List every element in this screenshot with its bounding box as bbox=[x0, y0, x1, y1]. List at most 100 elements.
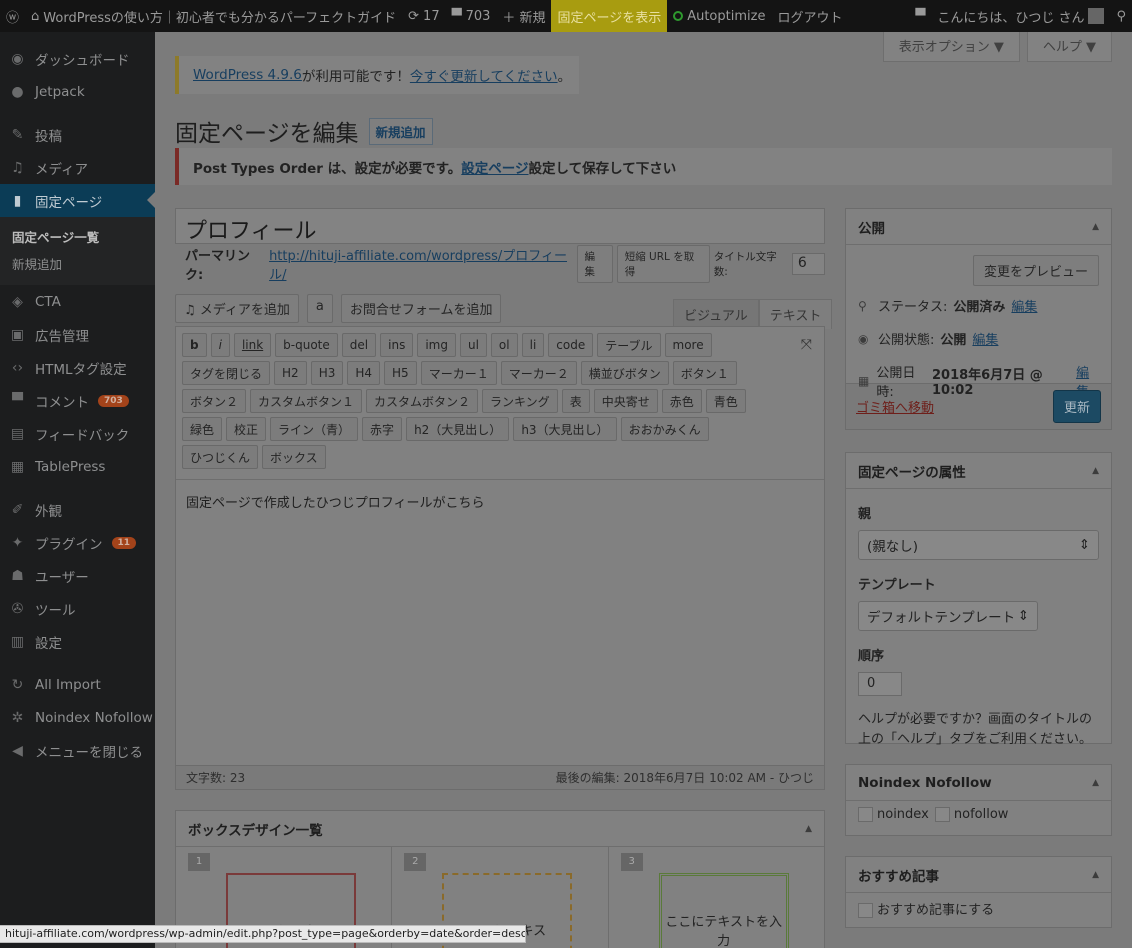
menu-users[interactable]: ☗ ユーザー bbox=[0, 559, 155, 592]
toggle-arrow-icon[interactable]: ▲ bbox=[1092, 870, 1099, 880]
update-now-link[interactable]: 今すぐ更新してください bbox=[410, 65, 558, 85]
quicktag-button[interactable]: H4 bbox=[347, 361, 381, 385]
menu-settings[interactable]: ▥ 設定 bbox=[0, 625, 155, 658]
get-shortlink-button[interactable]: 短縮 URL を取得 bbox=[616, 245, 710, 283]
quicktag-button[interactable]: カスタムボタン１ bbox=[250, 389, 363, 413]
menu-tools[interactable]: ✇ ツール bbox=[0, 592, 155, 625]
edit-visibility-link[interactable]: 編集 bbox=[972, 329, 998, 348]
quicktag-button[interactable]: li bbox=[521, 333, 545, 357]
menu-order-input[interactable]: 0 bbox=[858, 672, 902, 696]
menu-dashboard[interactable]: ◉ ダッシュボード bbox=[0, 42, 155, 75]
new-content-link[interactable]: ＋新規 bbox=[496, 0, 551, 32]
title-input[interactable]: プロフィール bbox=[175, 208, 825, 244]
quicktag-button[interactable]: マーカー２ bbox=[500, 361, 577, 385]
menu-media[interactable]: ♫ メディア bbox=[0, 151, 155, 184]
wordpress-version-link[interactable]: WordPress 4.9.6 bbox=[193, 67, 302, 83]
fullscreen-icon[interactable]: ⤧ bbox=[801, 337, 812, 353]
menu-tablepress[interactable]: ▦ TablePress bbox=[0, 450, 155, 483]
screen-options-button[interactable]: 表示オプション ▼ bbox=[882, 32, 1020, 62]
view-page-link[interactable]: 固定ページを表示 bbox=[551, 0, 668, 32]
notification-icon[interactable]: ▀ bbox=[909, 0, 931, 32]
add-media-button[interactable]: ♫ メディアを追加 bbox=[175, 294, 299, 323]
submenu-add-new[interactable]: 新規追加 bbox=[0, 250, 155, 277]
menu-pages[interactable]: ▮ 固定ページ bbox=[0, 184, 155, 217]
quicktag-button[interactable]: h3（大見出し） bbox=[513, 417, 617, 441]
menu-cta[interactable]: ◈ CTA bbox=[0, 285, 155, 318]
quicktag-button[interactable]: 赤色 bbox=[661, 389, 702, 413]
quicktag-button[interactable]: b bbox=[182, 333, 207, 357]
menu-all-import[interactable]: ↻ All Import bbox=[0, 668, 155, 701]
quicktag-button[interactable]: 青色 bbox=[705, 389, 746, 413]
quicktag-button[interactable]: code bbox=[548, 333, 594, 357]
preview-changes-button[interactable]: 変更をプレビュー bbox=[972, 255, 1099, 286]
menu-jetpack[interactable]: ● Jetpack bbox=[0, 75, 155, 108]
quicktag-button[interactable]: ul bbox=[459, 333, 487, 357]
nofollow-checkbox[interactable] bbox=[934, 807, 950, 822]
comments-link[interactable]: ▀ 703 bbox=[446, 0, 497, 32]
quicktag-button[interactable]: タグを閉じる bbox=[182, 361, 271, 385]
quicktag-button[interactable]: ボタン２ bbox=[182, 389, 247, 413]
quicktag-button[interactable]: 横並びボタン bbox=[580, 361, 669, 385]
move-to-trash-link[interactable]: ゴミ箱へ移動 bbox=[856, 397, 934, 416]
edit-permalink-button[interactable]: 編集 bbox=[576, 245, 613, 283]
tab-text[interactable]: テキスト bbox=[758, 299, 833, 329]
quicktag-button[interactable]: 緑色 bbox=[182, 417, 223, 441]
help-button[interactable]: ヘルプ ▼ bbox=[1026, 32, 1112, 62]
tab-visual[interactable]: ビジュアル bbox=[673, 299, 759, 329]
recommended-checkbox[interactable] bbox=[858, 903, 873, 918]
add-contact-form-button[interactable]: お問合せフォームを追加 bbox=[340, 294, 502, 323]
amazon-button[interactable]: a bbox=[306, 294, 333, 323]
template-select[interactable]: デフォルトテンプレート ⇕ bbox=[858, 601, 1038, 631]
collapse-menu-button[interactable]: ◀ メニューを閉じる bbox=[0, 734, 155, 767]
toggle-arrow-icon[interactable]: ▲ bbox=[1092, 466, 1099, 476]
quicktag-button[interactable]: ボックス bbox=[262, 445, 326, 469]
quicktag-button[interactable]: link bbox=[233, 333, 272, 357]
quicktag-button[interactable]: ライン（青） bbox=[270, 417, 359, 441]
my-account-link[interactable]: こんにちは、ひつじ さん bbox=[931, 0, 1110, 32]
quicktag-button[interactable]: b-quote bbox=[275, 333, 338, 357]
toggle-arrow-icon[interactable]: ▲ bbox=[1092, 222, 1099, 232]
quicktag-button[interactable]: ひつじくん bbox=[182, 445, 259, 469]
quicktag-button[interactable]: テーブル bbox=[597, 333, 661, 357]
edit-status-link[interactable]: 編集 bbox=[1011, 296, 1037, 315]
quicktag-button[interactable]: h2（大見出し） bbox=[406, 417, 510, 441]
quicktag-button[interactable]: del bbox=[341, 333, 377, 357]
menu-noindex-nofollow[interactable]: ✲ Noindex Nofollow bbox=[0, 701, 155, 734]
quicktag-button[interactable]: more bbox=[664, 333, 712, 357]
wordpress-logo-icon[interactable]: ⓦ bbox=[0, 0, 25, 32]
quicktag-button[interactable]: ボタン１ bbox=[672, 361, 737, 385]
quicktag-button[interactable]: おおかみくん bbox=[620, 417, 709, 441]
menu-ads[interactable]: ▣ 広告管理 bbox=[0, 318, 155, 351]
quicktag-button[interactable]: 赤字 bbox=[362, 417, 403, 441]
logout-link[interactable]: ログアウト bbox=[771, 0, 848, 32]
quicktag-button[interactable]: 校正 bbox=[226, 417, 267, 441]
menu-posts[interactable]: ✎ 投稿 bbox=[0, 118, 155, 151]
quicktag-button[interactable]: 中央寄せ bbox=[593, 389, 658, 413]
noindex-checkbox[interactable] bbox=[858, 807, 873, 822]
quicktag-button[interactable]: 表 bbox=[561, 389, 590, 413]
site-name-link[interactable]: ⌂ WordPressの使い方｜初心者でも分かるパーフェクトガイド bbox=[25, 0, 402, 32]
submenu-all-pages[interactable]: 固定ページ一覧 bbox=[0, 223, 155, 250]
quicktag-button[interactable]: i bbox=[210, 333, 230, 357]
menu-feedback[interactable]: ▤ フィードバック bbox=[0, 417, 155, 450]
menu-comments[interactable]: ▀ コメント 703 bbox=[0, 384, 155, 417]
quicktag-button[interactable]: ins bbox=[380, 333, 414, 357]
toggle-arrow-icon[interactable]: ▲ bbox=[1092, 778, 1099, 788]
quicktag-button[interactable]: カスタムボタン２ bbox=[366, 389, 479, 413]
quicktag-button[interactable]: H3 bbox=[310, 361, 344, 385]
toggle-arrow-icon[interactable]: ▲ bbox=[805, 824, 812, 834]
parent-select[interactable]: (親なし) ⇕ bbox=[858, 530, 1099, 560]
search-icon[interactable]: ⚲ bbox=[1110, 0, 1132, 32]
quicktag-button[interactable]: ランキング bbox=[482, 389, 558, 413]
quicktag-button[interactable]: ol bbox=[490, 333, 518, 357]
settings-page-link[interactable]: 設定ページ bbox=[461, 157, 528, 177]
permalink-url[interactable]: http://hituji-affiliate.com/wordpress/プロ… bbox=[269, 245, 572, 283]
autoptimize-link[interactable]: Autoptimize bbox=[667, 0, 771, 32]
quicktag-button[interactable]: H5 bbox=[384, 361, 417, 385]
quicktag-button[interactable]: img bbox=[417, 333, 456, 357]
add-new-button[interactable]: 新規追加 bbox=[368, 117, 433, 145]
quicktag-button[interactable]: マーカー１ bbox=[420, 361, 497, 385]
updates-link[interactable]: ⟳ 17 bbox=[402, 0, 445, 32]
quicktag-button[interactable]: H2 bbox=[274, 361, 307, 385]
update-button[interactable]: 更新 bbox=[1052, 390, 1101, 423]
